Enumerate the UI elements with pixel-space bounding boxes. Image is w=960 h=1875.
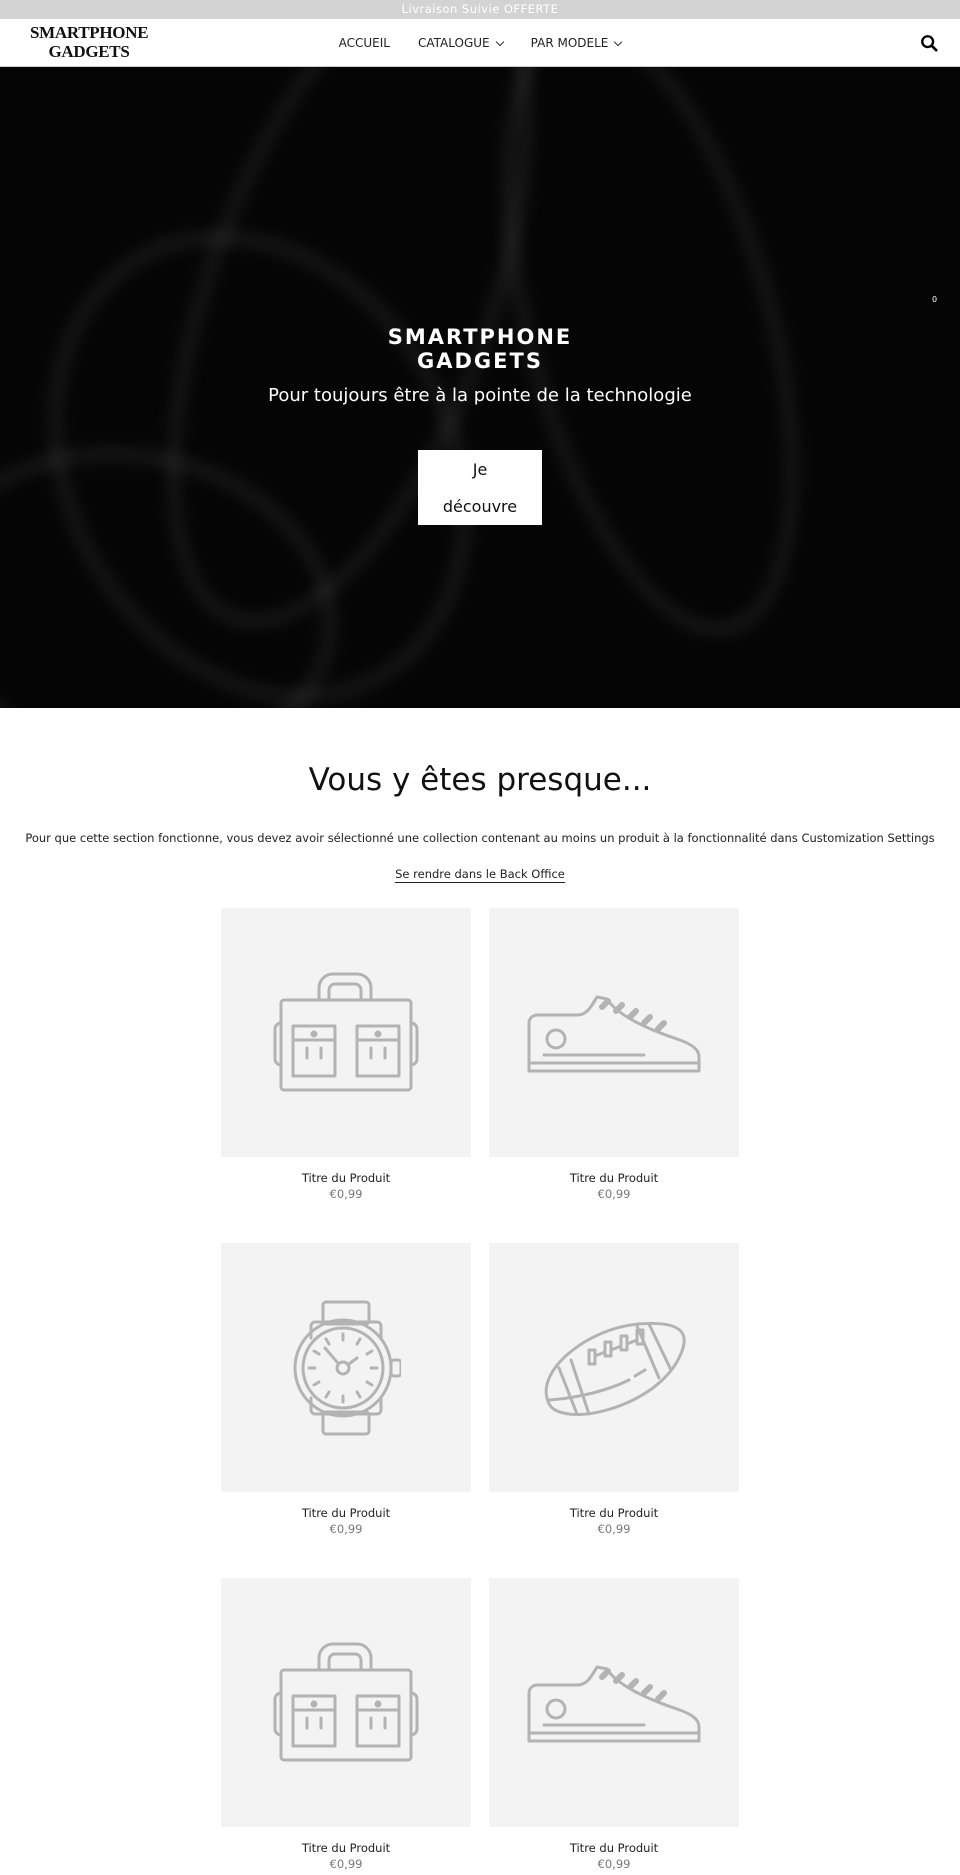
product-image[interactable] — [489, 1578, 739, 1827]
nav-par-modele[interactable]: PAR MODELE — [530, 36, 623, 50]
product-price: €0,99 — [329, 1187, 363, 1201]
product-image[interactable] — [221, 908, 471, 1157]
product-price: €0,99 — [597, 1857, 631, 1871]
product-image[interactable] — [489, 908, 739, 1157]
button-label: Je — [472, 460, 488, 479]
product-card[interactable]: Titre du Produit €0,99 — [489, 1243, 739, 1536]
nav-label: PAR MODELE — [530, 36, 609, 50]
product-price: €0,99 — [329, 1522, 363, 1536]
search-icon[interactable] — [920, 34, 938, 52]
cart-count-badge[interactable]: 0 — [932, 295, 937, 304]
product-image[interactable] — [489, 1243, 739, 1492]
product-title[interactable]: Titre du Produit — [489, 1506, 739, 1520]
product-card[interactable]: Titre du Produit €0,99 — [221, 1578, 471, 1871]
product-card[interactable]: Titre du Produit €0,99 — [221, 908, 471, 1201]
product-image[interactable] — [221, 1243, 471, 1492]
product-title[interactable]: Titre du Produit — [221, 1506, 471, 1520]
product-title[interactable]: Titre du Produit — [221, 1841, 471, 1855]
product-price: €0,99 — [329, 1857, 363, 1871]
product-image[interactable] — [221, 1578, 471, 1827]
product-price: €0,99 — [597, 1522, 631, 1536]
site-header: SMARTPHONE GADGETS ACCUEIL CATALOGUE PAR… — [0, 19, 960, 67]
chevron-down-icon — [614, 37, 623, 46]
main-nav: ACCUEIL CATALOGUE PAR MODELE — [0, 19, 960, 67]
watch-icon — [293, 1300, 401, 1435]
announcement-bar: Livraison Suivie OFFERTE — [0, 0, 960, 19]
nav-accueil[interactable]: ACCUEIL — [339, 36, 390, 50]
section-title: Vous y êtes presque... — [308, 762, 652, 798]
back-office-link[interactable]: Se rendre dans le Back Office — [395, 867, 565, 883]
product-title[interactable]: Titre du Produit — [489, 1841, 739, 1855]
hero-title-line: SMARTPHONE — [387, 325, 573, 349]
bag-icon — [273, 972, 419, 1091]
nav-label: CATALOGUE — [418, 36, 490, 50]
product-title[interactable]: Titre du Produit — [221, 1171, 471, 1185]
nav-catalogue[interactable]: CATALOGUE — [418, 36, 504, 50]
shoe-icon — [527, 995, 701, 1072]
football-icon — [544, 1321, 686, 1416]
hero-banner: SMARTPHONE GADGETS Pour toujours être à l… — [0, 67, 960, 708]
nav-label: ACCUEIL — [338, 36, 390, 50]
product-price: €0,99 — [597, 1187, 631, 1201]
hero-title: SMARTPHONE GADGETS — [0, 325, 960, 373]
product-card[interactable]: Titre du Produit €0,99 — [221, 1243, 471, 1536]
product-card[interactable]: Titre du Produit €0,99 — [489, 908, 739, 1201]
hero-title-line: GADGETS — [417, 349, 543, 373]
bag-icon — [273, 1642, 419, 1761]
hero-subtitle: Pour toujours être à la pointe de la tec… — [268, 385, 692, 406]
section-description: Pour que cette section fonctionne, vous … — [25, 831, 935, 845]
product-card[interactable]: Titre du Produit €0,99 — [489, 1578, 739, 1871]
chevron-down-icon — [495, 37, 504, 46]
product-title[interactable]: Titre du Produit — [489, 1171, 739, 1185]
button-label: découvre — [442, 497, 518, 516]
discover-button[interactable]: Je découvre — [418, 450, 542, 525]
shoe-icon — [527, 1665, 701, 1742]
